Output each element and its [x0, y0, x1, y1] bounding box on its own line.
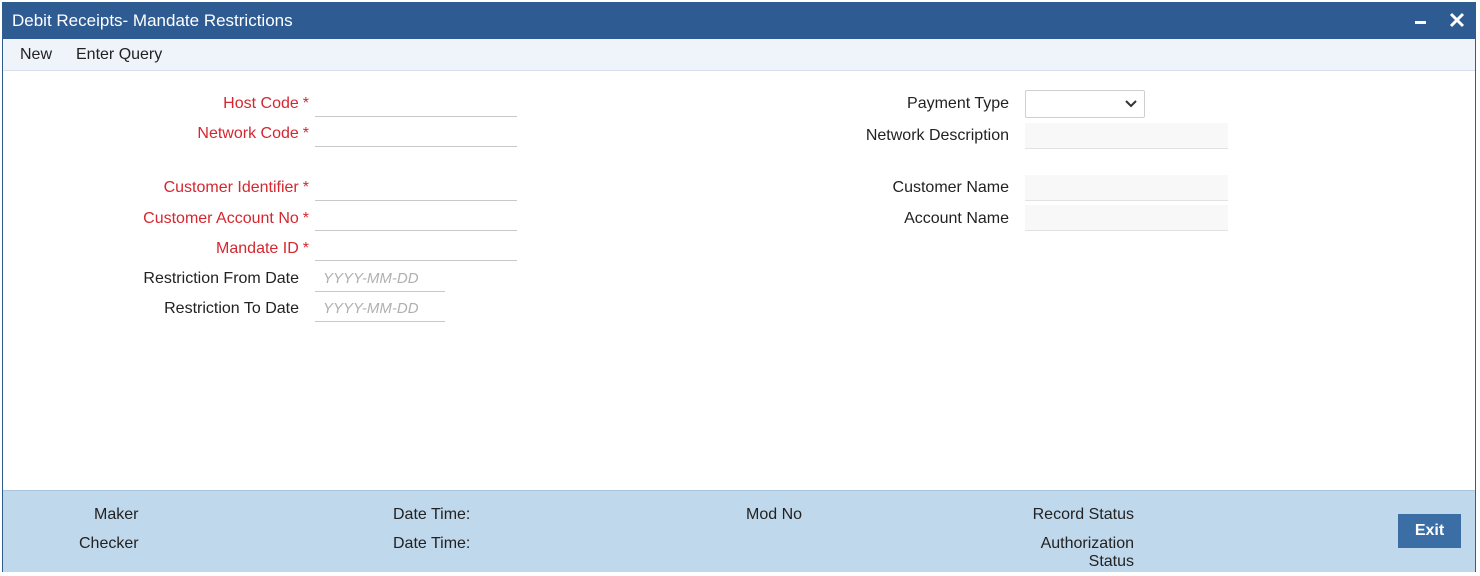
network-description-field: [1025, 123, 1228, 149]
network-description-label: Network Description: [865, 127, 1009, 144]
record-status-label: Record Status: [1032, 506, 1134, 523]
customer-identifier-label: Customer Identifier *: [163, 179, 309, 196]
mandate-id-label: Mandate ID *: [216, 240, 309, 257]
network-code-input[interactable]: [315, 121, 517, 147]
enter-query-menu-item[interactable]: Enter Query: [76, 46, 162, 64]
restriction-to-date-input[interactable]: [315, 296, 445, 322]
customer-identifier-input[interactable]: [315, 175, 517, 201]
minimize-icon[interactable]: [1410, 9, 1432, 31]
exit-button[interactable]: Exit: [1398, 514, 1461, 548]
account-name-field: [1025, 205, 1228, 231]
window: Debit Receipts- Mandate Restrictions New…: [2, 2, 1476, 572]
host-code-label: Host Code *: [223, 95, 309, 112]
restriction-from-date-input[interactable]: [315, 266, 445, 292]
chevron-down-icon: [1125, 100, 1137, 108]
payment-type-select[interactable]: [1025, 90, 1145, 118]
maker-date-time-label: Date Time:: [393, 506, 471, 523]
customer-name-field: [1025, 175, 1228, 201]
host-code-input[interactable]: [315, 91, 517, 117]
mandate-id-input[interactable]: [315, 235, 517, 261]
audit-footer: Maker Checker Date Time: Date Time: Mod …: [3, 490, 1475, 572]
customer-name-label: Customer Name: [892, 179, 1009, 196]
maker-label: Maker: [94, 506, 139, 523]
network-code-label: Network Code *: [197, 125, 309, 142]
window-title: Debit Receipts- Mandate Restrictions: [12, 11, 293, 30]
title-bar: Debit Receipts- Mandate Restrictions: [3, 3, 1475, 39]
status-label: Status: [1088, 553, 1134, 570]
checker-label: Checker: [79, 535, 139, 552]
account-name-label: Account Name: [904, 210, 1009, 227]
close-icon[interactable]: [1446, 9, 1468, 31]
restriction-to-date-label: Restriction To Date: [164, 300, 299, 317]
authorization-label: Authorization: [1040, 535, 1134, 552]
menu-bar: New Enter Query: [3, 39, 1475, 71]
customer-account-no-label: Customer Account No *: [143, 210, 309, 227]
new-menu-item[interactable]: New: [20, 46, 52, 64]
checker-date-time-label: Date Time:: [393, 535, 471, 552]
customer-account-no-input[interactable]: [315, 205, 517, 231]
payment-type-label: Payment Type: [907, 95, 1009, 112]
mod-no-label: Mod No: [746, 506, 803, 523]
restriction-from-date-label: Restriction From Date: [143, 270, 299, 287]
